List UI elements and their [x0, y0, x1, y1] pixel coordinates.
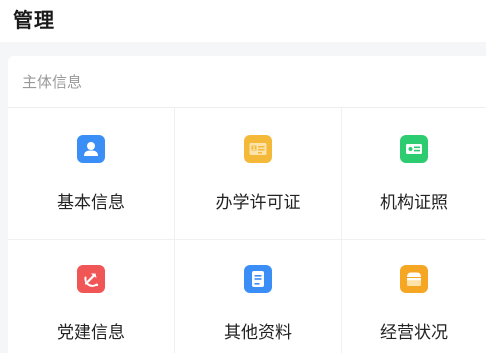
menu-grid: 基本信息 办学许可证 机构证照 党建信息 其他资料 经营状况 — [8, 108, 486, 353]
menu-item-basic-info[interactable]: 基本信息 — [8, 108, 175, 240]
store-icon — [400, 265, 428, 293]
section-header: 主体信息 — [8, 56, 486, 108]
menu-item-party-building[interactable]: 党建信息 — [8, 240, 175, 353]
menu-item-label: 机构证照 — [380, 193, 448, 213]
page-header: 管理 — [0, 0, 486, 42]
menu-item-label: 其他资料 — [224, 323, 292, 343]
menu-item-label: 基本信息 — [57, 193, 125, 213]
party-emblem-icon — [77, 265, 105, 293]
menu-item-school-license[interactable]: 办学许可证 — [175, 108, 342, 240]
menu-item-label: 办学许可证 — [215, 193, 301, 213]
menu-item-label: 党建信息 — [57, 323, 125, 343]
section-title: 主体信息 — [22, 73, 83, 91]
main-info-card: 主体信息 基本信息 办学许可证 机构证照 党建信息 其他资料 经营状况 — [8, 56, 486, 353]
page-title: 管理 — [13, 8, 55, 32]
user-icon — [77, 135, 105, 163]
menu-item-other-documents[interactable]: 其他资料 — [175, 240, 342, 353]
id-card-icon — [400, 135, 428, 163]
menu-item-business-status[interactable]: 经营状况 — [342, 240, 486, 353]
menu-item-label: 经营状况 — [380, 323, 448, 343]
menu-item-institution-license[interactable]: 机构证照 — [342, 108, 486, 240]
license-icon — [244, 135, 272, 163]
document-icon — [244, 265, 272, 293]
